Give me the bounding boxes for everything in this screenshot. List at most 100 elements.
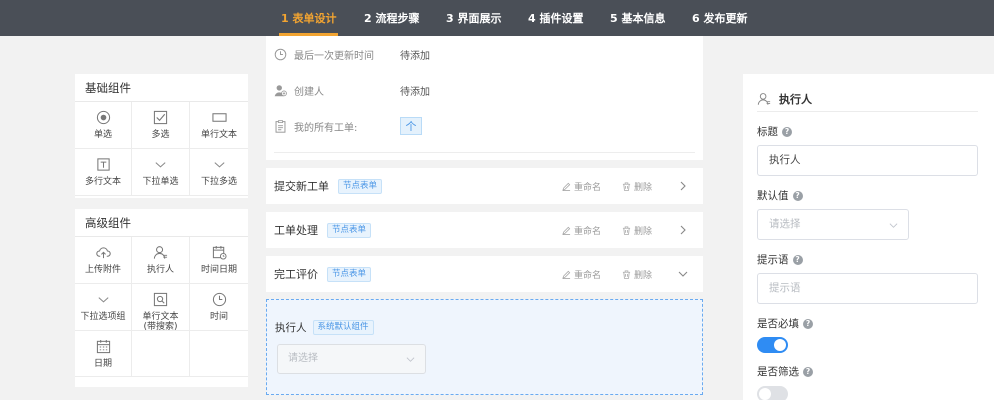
step-submit-new-order[interactable]: 提交新工单 节点表单 重命名 删除 bbox=[266, 168, 703, 204]
properties-title: 执行人 bbox=[779, 92, 812, 106]
checkbox-icon bbox=[132, 110, 189, 125]
my-orders-row: 我的所有工单: 个 bbox=[274, 116, 422, 136]
component-label: 时间日期 bbox=[200, 265, 237, 275]
search-box-icon bbox=[132, 292, 189, 307]
chevron-right-icon[interactable] bbox=[677, 224, 689, 236]
tab-process-steps[interactable]: 2 流程步骤 bbox=[364, 0, 419, 36]
clock-icon bbox=[190, 292, 248, 307]
step-order-processing[interactable]: 工单处理 节点表单 重命名 删除 bbox=[266, 212, 703, 248]
rename-button[interactable]: 重命名 bbox=[562, 180, 601, 193]
empty-cell bbox=[190, 331, 248, 377]
step-title: 完工评价 bbox=[274, 268, 318, 281]
chevron-down-icon bbox=[190, 157, 248, 172]
calendar-icon bbox=[75, 339, 131, 354]
user-icon bbox=[132, 245, 189, 260]
component-label: 日期 bbox=[93, 359, 112, 369]
component-dropdown-single[interactable]: 下拉单选 bbox=[132, 149, 190, 196]
edit-icon bbox=[562, 270, 571, 279]
component-label: 执行人 bbox=[146, 265, 174, 275]
edit-icon bbox=[562, 182, 571, 191]
hint-label-row: 提示语? bbox=[757, 252, 803, 267]
component-executor[interactable]: 执行人 bbox=[132, 237, 190, 284]
title-label-row: 标题? bbox=[757, 124, 792, 139]
component-datetime[interactable]: 时间日期 bbox=[190, 237, 248, 284]
chevron-right-icon[interactable] bbox=[677, 180, 689, 192]
delete-button[interactable]: 删除 bbox=[622, 180, 652, 193]
component-label: 下拉多选 bbox=[200, 177, 237, 187]
component-checkbox[interactable]: 多选 bbox=[132, 102, 190, 149]
radio-icon bbox=[75, 110, 131, 125]
basic-components-title: 基础组件 bbox=[75, 74, 248, 102]
help-icon[interactable]: ? bbox=[792, 254, 803, 265]
creator-value: 待添加 bbox=[400, 86, 430, 98]
component-label: 时间 bbox=[209, 312, 228, 322]
field-label: 执行人 bbox=[275, 322, 307, 334]
component-upload-attachment[interactable]: 上传附件 bbox=[75, 237, 132, 284]
properties-panel: 执行人 标题? 执行人 默认值? 请选择 提示语? 提示语 是否必填? 是否筛选… bbox=[743, 74, 994, 400]
component-single-line-text[interactable]: 单行文本 bbox=[190, 102, 248, 149]
component-date[interactable]: 日期 bbox=[75, 331, 132, 377]
advanced-components-title: 高级组件 bbox=[75, 209, 248, 237]
user-add-icon bbox=[274, 84, 287, 97]
executor-select[interactable]: 请选择 bbox=[277, 344, 426, 374]
help-icon[interactable]: ? bbox=[782, 126, 792, 137]
tab-plugin-settings[interactable]: 4 插件设置 bbox=[528, 0, 583, 36]
component-label: 下拉选项组 bbox=[80, 312, 126, 322]
tab-basic-info[interactable]: 5 基本信息 bbox=[610, 0, 665, 36]
hint-input[interactable]: 提示语 bbox=[757, 273, 978, 304]
component-label: 多行文本 bbox=[84, 177, 121, 187]
upload-cloud-icon bbox=[75, 245, 131, 260]
my-orders-label: 我的所有工单: bbox=[294, 122, 358, 134]
required-toggle[interactable] bbox=[757, 337, 788, 353]
chevron-down-icon bbox=[406, 357, 415, 362]
divider bbox=[274, 152, 695, 153]
required-label-row: 是否必填? bbox=[757, 316, 813, 331]
delete-button[interactable]: 删除 bbox=[622, 224, 652, 237]
help-icon[interactable]: ? bbox=[803, 318, 813, 329]
chevron-down-icon bbox=[889, 223, 898, 228]
field-label-row: 执行人 系统默认组件 bbox=[275, 320, 374, 335]
multi-line-text-icon bbox=[75, 157, 131, 172]
component-radio[interactable]: 单选 bbox=[75, 102, 132, 149]
component-label: 单行文本 (带搜索) bbox=[142, 312, 179, 332]
step-title: 提交新工单 bbox=[274, 180, 329, 193]
component-dropdown-group[interactable]: 下拉选项组 bbox=[75, 284, 132, 331]
trash-icon bbox=[622, 269, 631, 279]
filter-label-row: 是否筛选? bbox=[757, 364, 813, 379]
single-line-text-icon bbox=[190, 110, 248, 125]
tab-interface-display[interactable]: 3 界面展示 bbox=[446, 0, 501, 36]
form-info-card: 最后一次更新时间 待添加 创建人 待添加 我的所有工单: 个 bbox=[266, 36, 703, 160]
title-input[interactable]: 执行人 bbox=[757, 145, 978, 176]
help-icon[interactable]: ? bbox=[792, 190, 803, 201]
node-form-badge: 节点表单 bbox=[327, 222, 372, 238]
step-completion-review[interactable]: 完工评价 节点表单 重命名 删除 bbox=[266, 256, 703, 292]
component-dropdown-multi[interactable]: 下拉多选 bbox=[190, 149, 248, 196]
chevron-down-icon[interactable] bbox=[677, 268, 689, 280]
clock-icon bbox=[274, 48, 287, 61]
tab-form-design[interactable]: 1 表单设计 bbox=[278, 0, 339, 36]
chevron-down-icon bbox=[75, 292, 131, 307]
chevron-down-icon bbox=[132, 157, 189, 172]
empty-cell bbox=[132, 331, 190, 377]
up-button[interactable]: 个 bbox=[400, 117, 422, 135]
delete-button[interactable]: 删除 bbox=[622, 268, 652, 281]
default-value-select[interactable]: 请选择 bbox=[757, 209, 909, 240]
basic-components-panel: 基础组件 单选 多选 单行文本 多行文本 下拉单选 下拉多选 bbox=[75, 74, 248, 198]
trash-icon bbox=[622, 225, 631, 235]
component-time[interactable]: 时间 bbox=[190, 284, 248, 331]
clipboard-icon bbox=[274, 119, 287, 133]
trash-icon bbox=[622, 181, 631, 191]
component-label: 多选 bbox=[151, 130, 170, 140]
component-single-line-search[interactable]: 单行文本 (带搜索) bbox=[132, 284, 190, 332]
rename-button[interactable]: 重命名 bbox=[562, 268, 601, 281]
help-icon[interactable]: ? bbox=[803, 366, 813, 377]
filter-toggle[interactable] bbox=[757, 386, 788, 400]
last-update-row: 最后一次更新时间 待添加 bbox=[274, 44, 430, 64]
selected-field-executor[interactable]: 执行人 系统默认组件 请选择 bbox=[266, 299, 703, 395]
properties-header: 执行人 bbox=[757, 88, 978, 112]
rename-button[interactable]: 重命名 bbox=[562, 224, 601, 237]
component-multi-line-text[interactable]: 多行文本 bbox=[75, 149, 132, 196]
last-update-label: 最后一次更新时间 bbox=[294, 50, 374, 62]
step-title: 工单处理 bbox=[274, 224, 318, 237]
tab-publish-update[interactable]: 6 发布更新 bbox=[692, 0, 747, 36]
